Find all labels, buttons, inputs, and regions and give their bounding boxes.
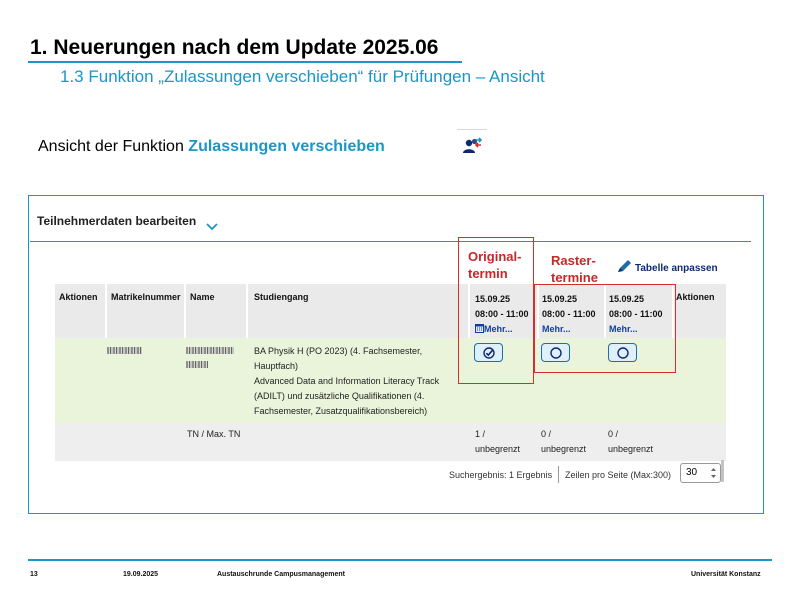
capacity-limit: unbegrenzt xyxy=(608,444,654,454)
per-page-value: 30 xyxy=(686,467,698,478)
capacity-count: 0 / xyxy=(541,429,552,439)
column-header-program[interactable]: Studiengang xyxy=(248,284,470,338)
per-page-input[interactable]: 30 xyxy=(680,463,721,483)
name-redacted xyxy=(186,361,208,368)
program-line: Advanced Data and Information Literacy T… xyxy=(254,376,440,386)
footer-organization: Universität Konstanz xyxy=(691,571,761,578)
capacity-limit: unbegrenzt xyxy=(541,444,587,454)
program-line: Hauptfach) xyxy=(254,361,299,371)
capacity-raster-1: 0 / unbegrenzt xyxy=(541,427,586,457)
capacity-limit: unbegrenzt xyxy=(475,444,521,454)
footer-page-number: 13 xyxy=(30,571,38,578)
panel-header[interactable]: Teilnehmerdaten bearbeiten xyxy=(37,214,196,228)
footer-line xyxy=(28,559,772,561)
pen-icon[interactable] xyxy=(615,258,633,274)
adjust-table-link[interactable]: Tabelle anpassen xyxy=(635,263,718,274)
program-line: Fachsemester, Zusatzqualifikationsbereic… xyxy=(254,406,428,416)
column-header-matrikel[interactable]: Matrikelnummer xyxy=(107,284,186,338)
matrikel-redacted xyxy=(107,347,142,354)
footer-date: 19.09.2025 xyxy=(123,571,159,578)
annotation-raster: Raster- termine xyxy=(551,252,598,286)
scrollbar[interactable] xyxy=(721,460,724,482)
column-header-actions-right: Aktionen xyxy=(674,284,726,338)
program-line: BA Physik H (PO 2023) (4. Fachsemester, xyxy=(254,346,423,356)
panel-divider xyxy=(30,241,751,242)
user-shift-icon[interactable] xyxy=(457,129,487,160)
intro-highlight: Zulassungen verschieben xyxy=(188,138,385,155)
capacity-raster-2: 0 / unbegrenzt xyxy=(608,427,653,457)
capacity-count: 0 / xyxy=(608,429,619,439)
program-cell: BA Physik H (PO 2023) (4. Fachsemester, … xyxy=(254,344,469,419)
original-date-highlight xyxy=(458,237,534,384)
intro-text: Ansicht der Funktion Zulassungen verschi… xyxy=(38,138,385,156)
intro-prefix: Ansicht der Funktion xyxy=(38,138,189,155)
column-header-actions: Aktionen xyxy=(55,284,107,338)
chevron-down-icon[interactable] xyxy=(205,219,219,231)
capacity-row: TN / Max. TN 1 / unbegrenzt 0 / unbegren… xyxy=(55,423,726,461)
annotation-raster-line1: Raster- xyxy=(551,253,596,268)
title-underline xyxy=(28,61,462,63)
capacity-label: TN / Max. TN xyxy=(187,429,241,439)
capacity-original: 1 / unbegrenzt xyxy=(475,427,520,457)
per-page-label: Zeilen pro Seite (Max:300) xyxy=(565,470,672,480)
footer-event: Austauschrunde Campusmanagement xyxy=(217,571,345,578)
raster-dates-highlight xyxy=(534,284,676,373)
result-info: Suchergebnis: 1 Ergebnis xyxy=(449,470,553,480)
column-header-name[interactable]: Name xyxy=(186,284,248,338)
capacity-count: 1 / xyxy=(475,429,486,439)
program-line: (ADILT) und zusätzliche Qualifikationen … xyxy=(254,391,425,401)
name-redacted xyxy=(186,347,234,354)
slide-title: 1. Neuerungen nach dem Update 2025.06 xyxy=(30,36,439,59)
slide-subtitle: 1.3 Funktion „Zulassungen verschieben“ f… xyxy=(60,67,545,86)
spinner-icon[interactable] xyxy=(710,466,717,480)
pagination-divider xyxy=(558,466,559,483)
